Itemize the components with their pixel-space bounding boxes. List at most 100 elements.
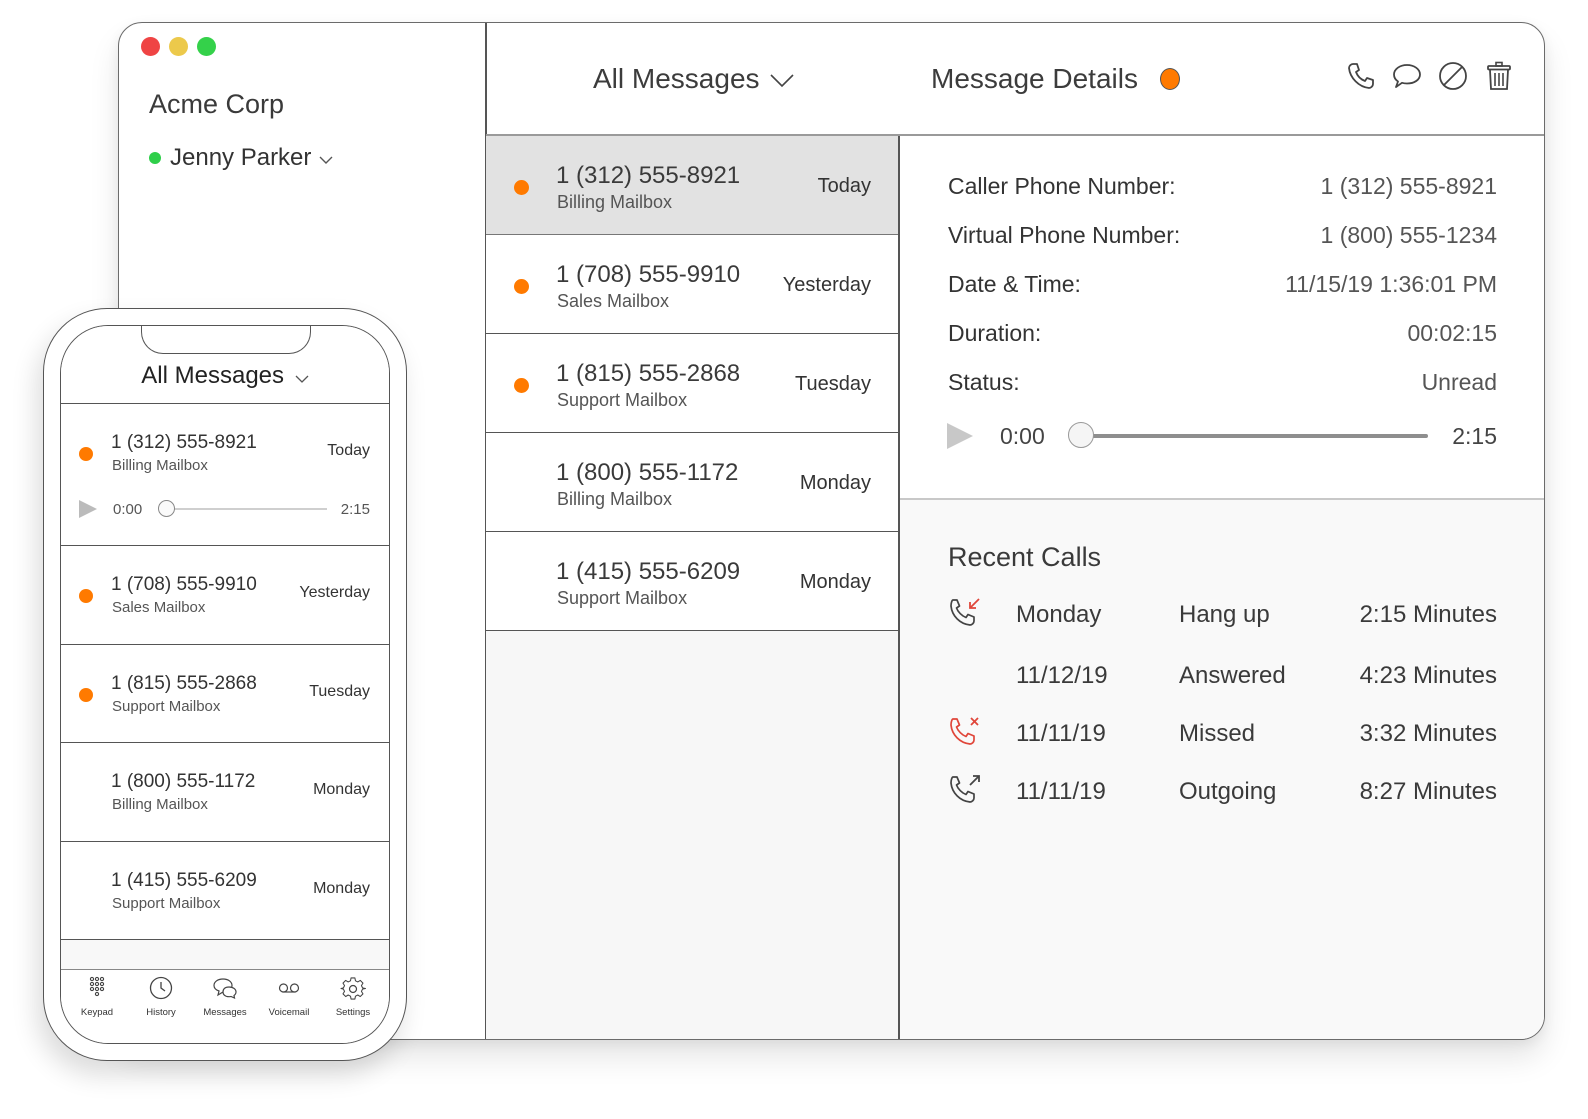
message-date: Monday xyxy=(799,472,871,494)
message-date: Monday xyxy=(313,879,370,897)
call-date: 11/11/19 xyxy=(1016,720,1106,747)
message-list-item[interactable]: 1 (312) 555-8921 Billing Mailbox Today xyxy=(486,136,898,235)
play-button[interactable] xyxy=(947,423,973,449)
caller-number: 1 (415) 555-6209 xyxy=(111,869,257,891)
tab-label: Settings xyxy=(335,1007,371,1018)
unread-dot xyxy=(514,279,529,294)
mailbox-name: Support Mailbox xyxy=(112,894,221,912)
message-list-item[interactable]: 1 (415) 555-6209 Support Mailbox Monday xyxy=(486,532,898,631)
total-time: 2:15 xyxy=(1452,422,1497,449)
mobile-message-filter-dropdown[interactable]: All Messages xyxy=(61,362,389,391)
recent-call-row[interactable]: Monday Hang up 2:15 Minutes xyxy=(946,595,1497,635)
message-filter-dropdown[interactable]: All Messages xyxy=(593,63,794,95)
detail-status: Status: Unread xyxy=(948,369,1497,396)
chevron-down-icon xyxy=(295,363,309,391)
user-switcher[interactable]: Jenny Parker xyxy=(149,144,333,172)
phone-icon xyxy=(1346,61,1376,96)
mobile-message-list: 1 (312) 555-8921 Billing Mailbox Today 0… xyxy=(61,404,389,940)
mailbox-name: Billing Mailbox xyxy=(112,796,208,813)
recent-call-row[interactable]: 11/11/19 Outgoing 8:27 Minutes xyxy=(946,772,1497,812)
delete-message-button[interactable] xyxy=(1484,61,1514,93)
caller-number: 1 (415) 555-6209 xyxy=(556,558,741,585)
recent-calls-panel: Recent Calls Monday Hang up 2:15 Minutes… xyxy=(900,500,1544,1039)
maximize-window-button[interactable] xyxy=(197,37,216,56)
mobile-voicemail-player: 0:00 2:15 xyxy=(79,498,370,520)
tab-label: Keypad xyxy=(80,1007,114,1018)
detail-value: 00:02:15 xyxy=(1407,320,1497,346)
caller-number: 1 (800) 555-1172 xyxy=(111,771,256,792)
message-list-item[interactable]: 1 (800) 555-1172 Billing Mailbox Monday xyxy=(486,433,898,532)
slider-handle[interactable] xyxy=(158,500,176,517)
mailbox-name: Billing Mailbox xyxy=(557,489,673,509)
recent-call-row[interactable]: 11/12/19 Answered 4:23 Minutes xyxy=(946,656,1497,696)
message-date: Monday xyxy=(313,781,370,798)
message-details-heading: Message Details xyxy=(931,63,1180,95)
detail-label: Status: xyxy=(948,369,1020,395)
message-date: Yesterday xyxy=(782,274,871,296)
detail-value: 11/15/19 1:36:01 PM xyxy=(1285,271,1497,297)
incoming-call-icon xyxy=(946,595,986,635)
mobile-filter-label: All Messages xyxy=(141,362,285,389)
mailbox-name: Support Mailbox xyxy=(112,697,221,715)
outgoing-call-icon xyxy=(946,772,986,812)
total-time: 2:15 xyxy=(340,500,370,518)
message-list-item[interactable]: 1 (815) 555-2868 Support Mailbox Tuesday xyxy=(486,334,898,433)
call-duration: 3:32 Minutes xyxy=(1359,720,1497,747)
block-number-button[interactable] xyxy=(1438,61,1468,93)
call-back-button[interactable] xyxy=(1346,61,1376,96)
mobile-message-item[interactable]: 1 (708) 555-9910 Sales Mailbox Yesterday xyxy=(61,546,389,645)
send-message-button[interactable] xyxy=(1392,63,1422,93)
caller-number: 1 (815) 555-2868 xyxy=(111,672,257,694)
close-window-button[interactable] xyxy=(141,37,160,56)
detail-date-time: Date & Time: 11/15/19 1:36:01 PM xyxy=(948,271,1497,298)
call-date: Monday xyxy=(1016,601,1102,628)
tab-label: History xyxy=(146,1007,176,1018)
recent-call-row[interactable]: 11/11/19 Missed 3:32 Minutes xyxy=(946,714,1497,754)
tab-messages[interactable]: Messages xyxy=(194,974,256,1043)
chevron-down-icon xyxy=(769,63,794,95)
message-details-title: Message Details xyxy=(931,63,1138,94)
tab-keypad[interactable]: Keypad xyxy=(66,974,128,1043)
play-button[interactable] xyxy=(79,500,97,518)
call-duration: 2:15 Minutes xyxy=(1359,601,1497,628)
detail-value: 1 (312) 555-8921 xyxy=(1320,173,1497,199)
window-controls xyxy=(141,37,216,56)
tab-label: Messages xyxy=(203,1007,247,1018)
message-filter-label: All Messages xyxy=(593,63,760,94)
tab-history[interactable]: History xyxy=(130,974,192,1043)
call-date: 11/12/19 xyxy=(1016,662,1108,689)
caller-number: 1 (800) 555-1172 xyxy=(556,459,739,486)
mobile-device: All Messages 1 (312) 555-8921 Billing Ma… xyxy=(43,308,407,1061)
detail-label: Date & Time: xyxy=(948,271,1081,297)
mobile-message-item[interactable]: 1 (815) 555-2868 Support Mailbox Tuesday xyxy=(61,644,389,743)
online-status-dot xyxy=(149,152,161,164)
caller-number: 1 (708) 555-9910 xyxy=(556,261,741,288)
detail-label: Duration: xyxy=(948,320,1042,346)
chevron-down-icon xyxy=(319,144,333,172)
message-list: 1 (312) 555-8921 Billing Mailbox Today 1… xyxy=(486,136,898,1039)
detail-value: Unread xyxy=(1421,369,1497,395)
message-toolbar xyxy=(1346,61,1514,96)
slider-handle[interactable] xyxy=(1067,422,1094,448)
tab-label: Voicemail xyxy=(268,1007,310,1018)
mobile-message-item[interactable]: 1 (312) 555-8921 Billing Mailbox Today 0… xyxy=(61,404,389,546)
mailbox-name: Support Mailbox xyxy=(557,588,688,608)
tab-voicemail[interactable]: Voicemail xyxy=(258,974,320,1043)
unread-dot xyxy=(79,687,93,702)
playback-slider[interactable] xyxy=(1067,422,1429,448)
mailbox-name: Support Mailbox xyxy=(557,390,688,410)
chat-bubble-icon xyxy=(1392,61,1422,96)
mobile-message-item[interactable]: 1 (800) 555-1172 Billing Mailbox Monday xyxy=(61,743,389,842)
call-type: Missed xyxy=(1179,720,1256,747)
message-date: Today xyxy=(327,442,370,459)
unread-status-indicator xyxy=(1159,68,1180,90)
playback-slider[interactable] xyxy=(158,500,327,517)
minimize-window-button[interactable] xyxy=(169,37,188,56)
message-list-item[interactable]: 1 (708) 555-9910 Sales Mailbox Yesterday xyxy=(486,235,898,334)
mobile-message-item[interactable]: 1 (415) 555-6209 Support Mailbox Monday xyxy=(61,841,389,940)
detail-caller-number: Caller Phone Number: 1 (312) 555-8921 xyxy=(948,173,1497,200)
mailbox-name: Billing Mailbox xyxy=(557,192,673,212)
tab-settings[interactable]: Settings xyxy=(322,974,384,1043)
message-date: Tuesday xyxy=(795,373,871,395)
caller-number: 1 (708) 555-9910 xyxy=(111,574,257,595)
